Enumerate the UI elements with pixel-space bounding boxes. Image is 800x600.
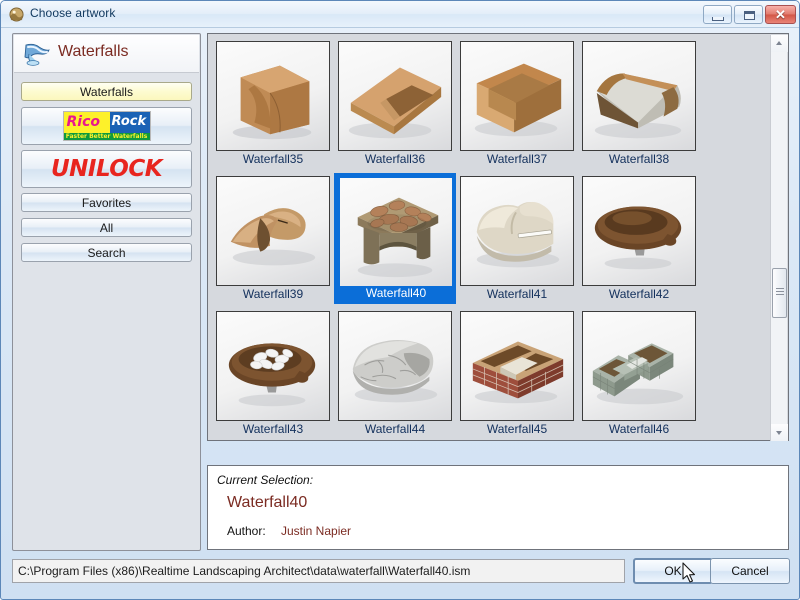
cancel-button[interactable]: Cancel bbox=[710, 558, 790, 584]
minimize-icon bbox=[712, 17, 724, 21]
artwork-item[interactable]: Waterfall35 bbox=[212, 38, 334, 169]
artwork-item[interactable]: Waterfall45 bbox=[456, 308, 578, 439]
artwork-image-rock-boulder bbox=[230, 208, 316, 266]
ok-button-label: OK bbox=[664, 564, 682, 578]
artwork-thumbnail bbox=[216, 176, 330, 286]
sidebar-button-waterfalls-label: Waterfalls bbox=[80, 85, 133, 99]
artwork-label: Waterfall44 bbox=[364, 422, 426, 436]
artwork-item[interactable]: Waterfall42 bbox=[578, 173, 700, 304]
author-value: Justin Napier bbox=[281, 524, 352, 538]
sidebar-button-unilock[interactable]: UNILOCK bbox=[21, 150, 192, 188]
ricorock-word2: Rock bbox=[111, 114, 147, 129]
ricorock-word1: Rico bbox=[66, 114, 101, 130]
cancel-button-label: Cancel bbox=[731, 564, 769, 578]
sidebar-button-favorites-label: Favorites bbox=[81, 196, 132, 210]
artwork-label: Waterfall46 bbox=[608, 422, 670, 436]
artwork-grid: Waterfall35 Waterfall36 Waterfall37 Wate… bbox=[208, 34, 771, 440]
artwork-image-brick-planter-box bbox=[472, 341, 564, 404]
minimize-button[interactable] bbox=[703, 5, 732, 24]
artwork-thumbnail bbox=[582, 176, 696, 286]
choose-artwork-dialog: Choose artwork ✕ Waterfalls Waterfalls R… bbox=[0, 0, 800, 600]
scroll-down-button[interactable] bbox=[771, 424, 788, 441]
scroll-up-button[interactable] bbox=[771, 35, 788, 52]
grid-vertical-scrollbar[interactable] bbox=[770, 35, 788, 441]
artwork-image-stacked-stone-table bbox=[357, 197, 439, 278]
artwork-item[interactable]: Waterfall36 bbox=[334, 38, 456, 169]
close-button[interactable]: ✕ bbox=[765, 5, 796, 24]
artwork-image-stone-corner-planter bbox=[592, 343, 684, 405]
artwork-thumbnail bbox=[339, 177, 453, 287]
current-selection-name: Waterfall40 bbox=[227, 494, 308, 511]
artwork-image-brown-round-dish bbox=[594, 206, 682, 270]
category-sidebar: Waterfalls Waterfalls Rico Rock Faster B… bbox=[12, 33, 201, 551]
current-selection-caption: Current Selection: bbox=[217, 473, 314, 487]
artwork-image-open-box bbox=[474, 63, 562, 137]
unilock-logo: UNILOCK bbox=[50, 156, 163, 182]
artwork-item[interactable]: Waterfall44 bbox=[334, 308, 456, 439]
artwork-label: Waterfall45 bbox=[486, 422, 548, 436]
dialog-client-area: Waterfalls Waterfalls Rico Rock Faster B… bbox=[5, 28, 797, 597]
artwork-item[interactable]: Waterfall37 bbox=[456, 38, 578, 169]
artwork-icon bbox=[9, 7, 24, 22]
sidebar-button-ricorock[interactable]: Rico Rock Faster Better Waterfalls bbox=[21, 107, 192, 145]
artwork-item[interactable]: Waterfall39 bbox=[212, 173, 334, 304]
artwork-image-flat-angled-slab bbox=[348, 67, 442, 139]
artwork-label: Waterfall38 bbox=[608, 152, 670, 166]
sidebar-button-all-label: All bbox=[99, 221, 114, 235]
sidebar-header: Waterfalls bbox=[14, 35, 199, 73]
ricorock-logo: Rico Rock Faster Better Waterfalls bbox=[62, 111, 151, 141]
artwork-label: Waterfall42 bbox=[608, 287, 670, 301]
artwork-item[interactable]: Waterfall41 bbox=[456, 173, 578, 304]
file-path-field[interactable]: C:\Program Files (x86)\Realtime Landscap… bbox=[12, 559, 625, 583]
artwork-item[interactable]: Waterfall46 bbox=[578, 308, 700, 439]
artwork-item[interactable]: Waterfall43 bbox=[212, 308, 334, 439]
sidebar-button-favorites[interactable]: Favorites bbox=[21, 193, 192, 212]
artwork-label: Waterfall41 bbox=[486, 287, 548, 301]
waterfall-icon bbox=[24, 43, 50, 66]
sidebar-button-search[interactable]: Search bbox=[21, 243, 192, 262]
artwork-item-selected[interactable]: Waterfall40 bbox=[334, 173, 456, 304]
sidebar-button-search-label: Search bbox=[87, 246, 126, 260]
title-bar: Choose artwork ✕ bbox=[1, 1, 799, 28]
artwork-thumbnail bbox=[460, 176, 574, 286]
artwork-label: Waterfall36 bbox=[364, 152, 426, 166]
artwork-grid-panel: Waterfall35 Waterfall36 Waterfall37 Wate… bbox=[207, 33, 789, 441]
ricorock-tagline: Faster Better Waterfalls bbox=[65, 132, 148, 140]
artwork-thumbnail bbox=[460, 41, 574, 151]
grip-icon bbox=[776, 288, 784, 295]
artwork-image-block-curved-chute bbox=[232, 65, 312, 140]
artwork-image-dish-with-pebbles bbox=[228, 343, 316, 407]
artwork-label: Waterfall40 bbox=[365, 286, 427, 300]
artwork-label: Waterfall39 bbox=[242, 287, 304, 301]
artwork-label: Waterfall43 bbox=[242, 422, 304, 436]
sidebar-button-waterfalls[interactable]: Waterfalls bbox=[21, 82, 192, 101]
artwork-image-granite-bowl-rock bbox=[352, 339, 438, 403]
artwork-image-curved-basin-pan bbox=[594, 73, 682, 139]
scrollbar-thumb[interactable] bbox=[772, 268, 787, 318]
artwork-item[interactable]: Waterfall38 bbox=[578, 38, 700, 169]
current-selection-panel: Current Selection: Waterfall40 Author: J… bbox=[207, 465, 789, 550]
chevron-down-icon bbox=[776, 431, 782, 435]
close-icon: ✕ bbox=[775, 7, 786, 22]
artwork-thumbnail bbox=[582, 311, 696, 421]
artwork-thumbnail bbox=[582, 41, 696, 151]
artwork-thumbnail bbox=[338, 311, 452, 421]
maximize-button[interactable] bbox=[734, 5, 763, 24]
artwork-thumbnail bbox=[216, 41, 330, 151]
author-label: Author: bbox=[227, 524, 266, 538]
artwork-label: Waterfall37 bbox=[486, 152, 548, 166]
ok-button[interactable]: OK bbox=[633, 558, 713, 584]
artwork-thumbnail bbox=[216, 311, 330, 421]
sidebar-title: Waterfalls bbox=[58, 43, 129, 60]
artwork-thumbnail bbox=[460, 311, 574, 421]
artwork-label: Waterfall35 bbox=[242, 152, 304, 166]
artwork-image-smooth-stone-slot bbox=[476, 201, 560, 268]
chevron-up-icon bbox=[776, 41, 782, 45]
maximize-icon bbox=[744, 11, 755, 20]
sidebar-button-all[interactable]: All bbox=[21, 218, 192, 237]
window-title: Choose artwork bbox=[30, 6, 116, 20]
artwork-thumbnail bbox=[338, 41, 452, 151]
